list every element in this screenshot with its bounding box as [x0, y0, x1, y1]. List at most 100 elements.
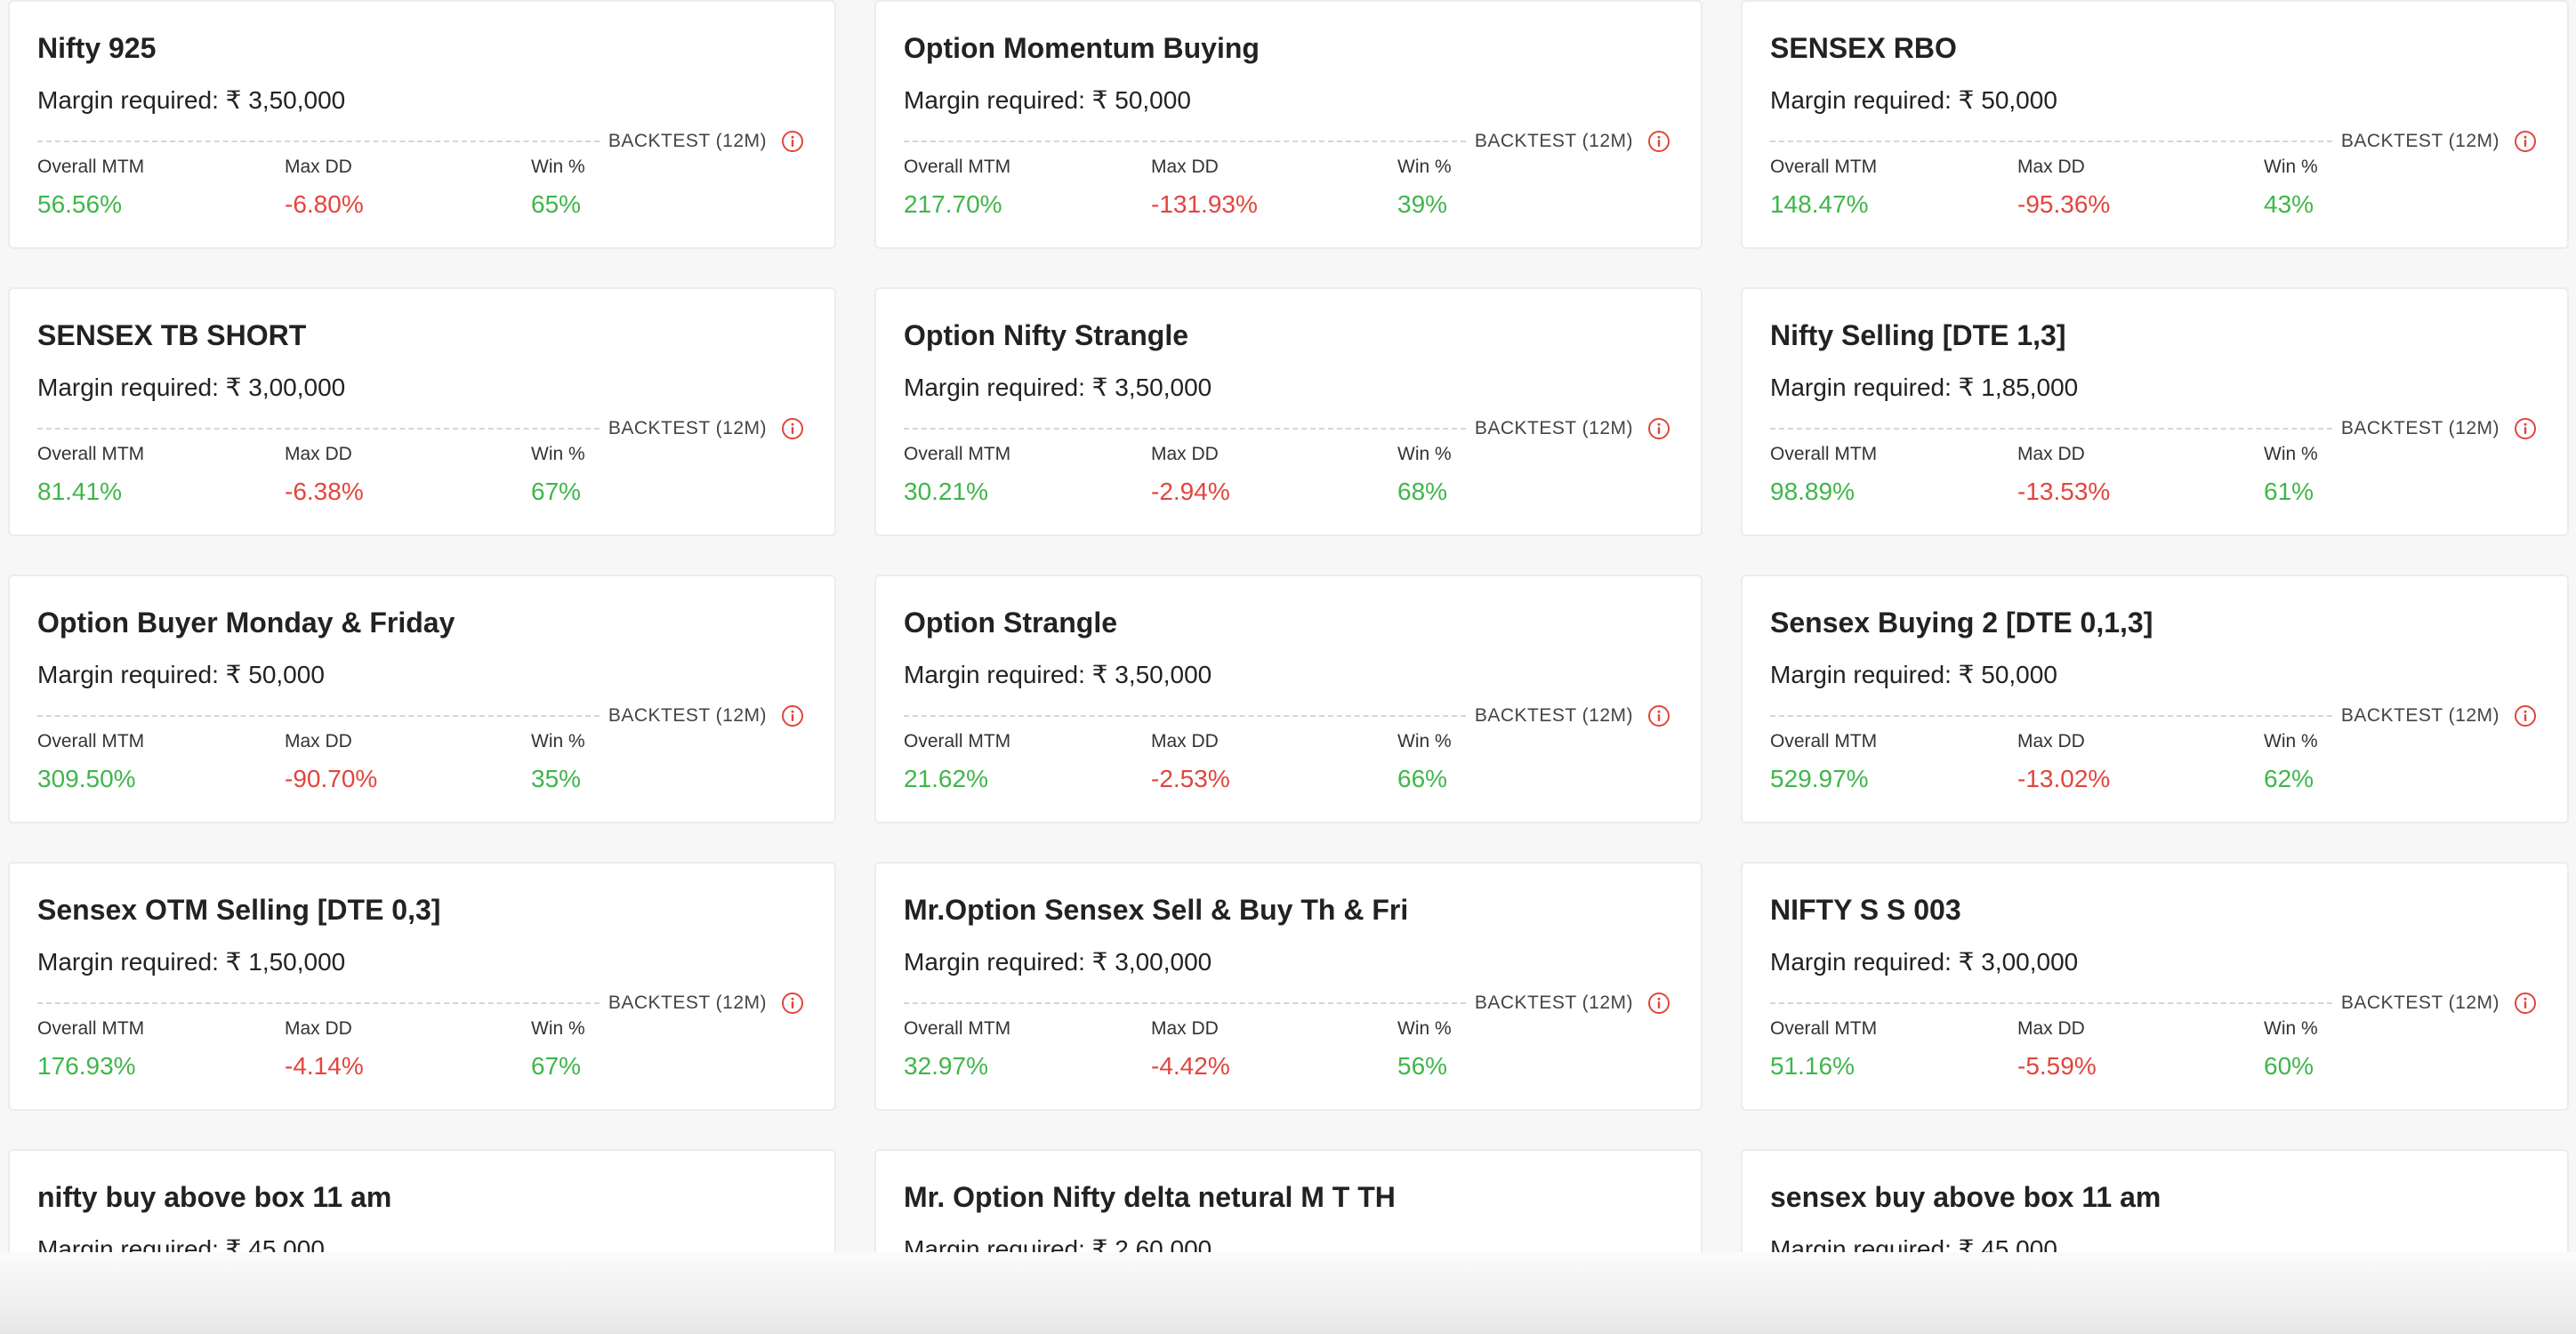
- strategy-card[interactable]: Option Nifty Strangle Margin required: ₹ …: [874, 287, 1703, 536]
- max-dd-stat: Max DD -95.36%: [2017, 157, 2110, 219]
- strategy-title[interactable]: Option Momentum Buying: [904, 32, 1260, 65]
- overall-mtm-label: Overall MTM: [904, 444, 1011, 464]
- backtest-label: BACKTEST (12M): [2340, 705, 2500, 726]
- stats-row: Overall MTM 309.50% Max DD -90.70% Win % 35%: [37, 731, 585, 802]
- info-icon[interactable]: [1647, 417, 1670, 440]
- info-icon[interactable]: [781, 417, 804, 440]
- strategy-card[interactable]: SENSEX RBO Margin required: ₹ 50,000 BACKT…: [1741, 0, 2569, 249]
- max-dd-value: -5.59%: [2017, 1052, 2097, 1080]
- max-dd-value: -13.53%: [2017, 478, 2111, 505]
- dashed-divider: [1770, 1002, 2332, 1004]
- max-dd-stat: Max DD -13.02%: [2017, 731, 2110, 793]
- max-dd-value: -4.42%: [1151, 1052, 1230, 1080]
- overall-mtm-label: Overall MTM: [1770, 157, 1878, 177]
- strategy-title[interactable]: Nifty Selling [DTE 1,3]: [1770, 319, 2065, 352]
- max-dd-stat: Max DD -6.80%: [285, 157, 364, 219]
- dashed-divider: [904, 428, 1466, 430]
- strategy-title[interactable]: Sensex OTM Selling [DTE 0,3]: [37, 894, 440, 927]
- strategy-card[interactable]: NIFTY S S 003 Margin required: ₹ 3,00,000…: [1741, 862, 2569, 1111]
- strategy-card[interactable]: SENSEX TB SHORT Margin required: ₹ 3,00,0…: [8, 287, 836, 536]
- strategy-title[interactable]: nifty buy above box 11 am: [37, 1181, 391, 1214]
- overall-mtm-label: Overall MTM: [1770, 444, 1878, 464]
- info-icon[interactable]: [1647, 992, 1670, 1015]
- overall-mtm-value: 81.41%: [37, 478, 122, 505]
- win-stat: Win % 68%: [1397, 444, 1452, 506]
- max-dd-stat: Max DD -2.94%: [1151, 444, 1230, 506]
- info-icon[interactable]: [2514, 130, 2537, 153]
- strategy-title[interactable]: SENSEX TB SHORT: [37, 319, 306, 352]
- strategy-card[interactable]: Nifty 925 Margin required: ₹ 3,50,000 BACK…: [8, 0, 836, 249]
- overall-mtm-label: Overall MTM: [904, 731, 1011, 751]
- strategy-card[interactable]: Option Strangle Margin required: ₹ 3,50,0…: [874, 575, 1703, 824]
- strategy-title[interactable]: SENSEX RBO: [1770, 32, 1957, 65]
- stats-row: Overall MTM 217.70% Max DD -131.93% Win % 39%: [904, 157, 1452, 228]
- backtest-label: BACKTEST (12M): [608, 705, 767, 726]
- max-dd-label: Max DD: [2017, 157, 2085, 177]
- max-dd-label: Max DD: [285, 1018, 352, 1039]
- info-icon[interactable]: [2514, 417, 2537, 440]
- info-icon[interactable]: [781, 130, 804, 153]
- bottom-fade-overlay: [0, 1252, 2576, 1334]
- max-dd-value: -131.93%: [1151, 190, 1258, 218]
- strategy-title[interactable]: Sensex Buying 2 [DTE 0,1,3]: [1770, 607, 2153, 639]
- stats-row: Overall MTM 148.47% Max DD -95.36% Win % 43%: [1770, 157, 2318, 228]
- dashed-divider: [1770, 428, 2332, 430]
- backtest-row: BACKTEST (12M): [37, 126, 804, 157]
- stats-row: Overall MTM 81.41% Max DD -6.38% Win % 67%: [37, 444, 585, 515]
- max-dd-label: Max DD: [2017, 1018, 2085, 1039]
- overall-mtm-label: Overall MTM: [37, 731, 145, 751]
- max-dd-stat: Max DD -13.53%: [2017, 444, 2110, 506]
- backtest-row: BACKTEST (12M): [1770, 701, 2537, 731]
- strategy-card[interactable]: Sensex Buying 2 [DTE 0,1,3] Margin requir…: [1741, 575, 2569, 824]
- strategy-card[interactable]: Mr.Option Sensex Sell & Buy Th & Fri Marg…: [874, 862, 1703, 1111]
- info-icon[interactable]: [781, 704, 804, 727]
- stats-row: Overall MTM 30.21% Max DD -2.94% Win % 68%: [904, 444, 1452, 515]
- overall-mtm-value: 98.89%: [1770, 478, 1855, 505]
- win-label: Win %: [531, 157, 585, 177]
- overall-mtm-stat: Overall MTM 148.47%: [1770, 157, 1877, 219]
- strategy-title[interactable]: Mr. Option Nifty delta netural M T TH: [904, 1181, 1396, 1214]
- info-icon[interactable]: [1647, 130, 1670, 153]
- overall-mtm-value: 309.50%: [37, 765, 136, 792]
- overall-mtm-stat: Overall MTM 98.89%: [1770, 444, 1877, 506]
- strategy-title[interactable]: Option Buyer Monday & Friday: [37, 607, 455, 639]
- info-icon[interactable]: [2514, 704, 2537, 727]
- win-label: Win %: [1397, 157, 1452, 177]
- win-stat: Win % 35%: [531, 731, 585, 793]
- win-stat: Win % 67%: [531, 1018, 585, 1081]
- dashed-divider: [37, 428, 600, 430]
- win-stat: Win % 60%: [2264, 1018, 2318, 1081]
- win-label: Win %: [2264, 731, 2318, 751]
- strategy-card[interactable]: Option Momentum Buying Margin required: ₹…: [874, 0, 1703, 249]
- win-label: Win %: [531, 731, 585, 751]
- strategy-title[interactable]: Option Nifty Strangle: [904, 319, 1188, 352]
- overall-mtm-stat: Overall MTM 51.16%: [1770, 1018, 1877, 1081]
- info-icon[interactable]: [781, 992, 804, 1015]
- win-stat: Win % 67%: [531, 444, 585, 506]
- win-value: 67%: [531, 1052, 582, 1080]
- stats-row: Overall MTM 21.62% Max DD -2.53% Win % 66%: [904, 731, 1452, 802]
- win-label: Win %: [531, 444, 585, 464]
- overall-mtm-label: Overall MTM: [37, 444, 145, 464]
- backtest-row: BACKTEST (12M): [904, 701, 1670, 731]
- stats-row: Overall MTM 529.97% Max DD -13.02% Win % 62%: [1770, 731, 2318, 802]
- stats-row: Overall MTM 98.89% Max DD -13.53% Win % 61%: [1770, 444, 2318, 515]
- strategy-card[interactable]: Sensex OTM Selling [DTE 0,3] Margin requi…: [8, 862, 836, 1111]
- backtest-label: BACKTEST (12M): [608, 131, 767, 151]
- win-label: Win %: [2264, 1018, 2318, 1039]
- info-icon[interactable]: [2514, 992, 2537, 1015]
- info-icon[interactable]: [1647, 704, 1670, 727]
- strategy-title[interactable]: Nifty 925: [37, 32, 156, 65]
- strategy-card[interactable]: Option Buyer Monday & Friday Margin requi…: [8, 575, 836, 824]
- strategy-card[interactable]: Nifty Selling [DTE 1,3] Margin required: …: [1741, 287, 2569, 536]
- margin-required: Margin required: ₹ 3,50,000: [904, 661, 1212, 688]
- strategy-title[interactable]: sensex buy above box 11 am: [1770, 1181, 2161, 1214]
- strategy-title[interactable]: NIFTY S S 003: [1770, 894, 1961, 927]
- overall-mtm-stat: Overall MTM 32.97%: [904, 1018, 1010, 1081]
- backtest-row: BACKTEST (12M): [904, 988, 1670, 1018]
- strategy-title[interactable]: Option Strangle: [904, 607, 1117, 639]
- margin-required: Margin required: ₹ 3,00,000: [904, 948, 1212, 976]
- strategy-title[interactable]: Mr.Option Sensex Sell & Buy Th & Fri: [904, 894, 1408, 927]
- max-dd-label: Max DD: [1151, 1018, 1219, 1039]
- stats-row: Overall MTM 176.93% Max DD -4.14% Win % 67%: [37, 1018, 585, 1089]
